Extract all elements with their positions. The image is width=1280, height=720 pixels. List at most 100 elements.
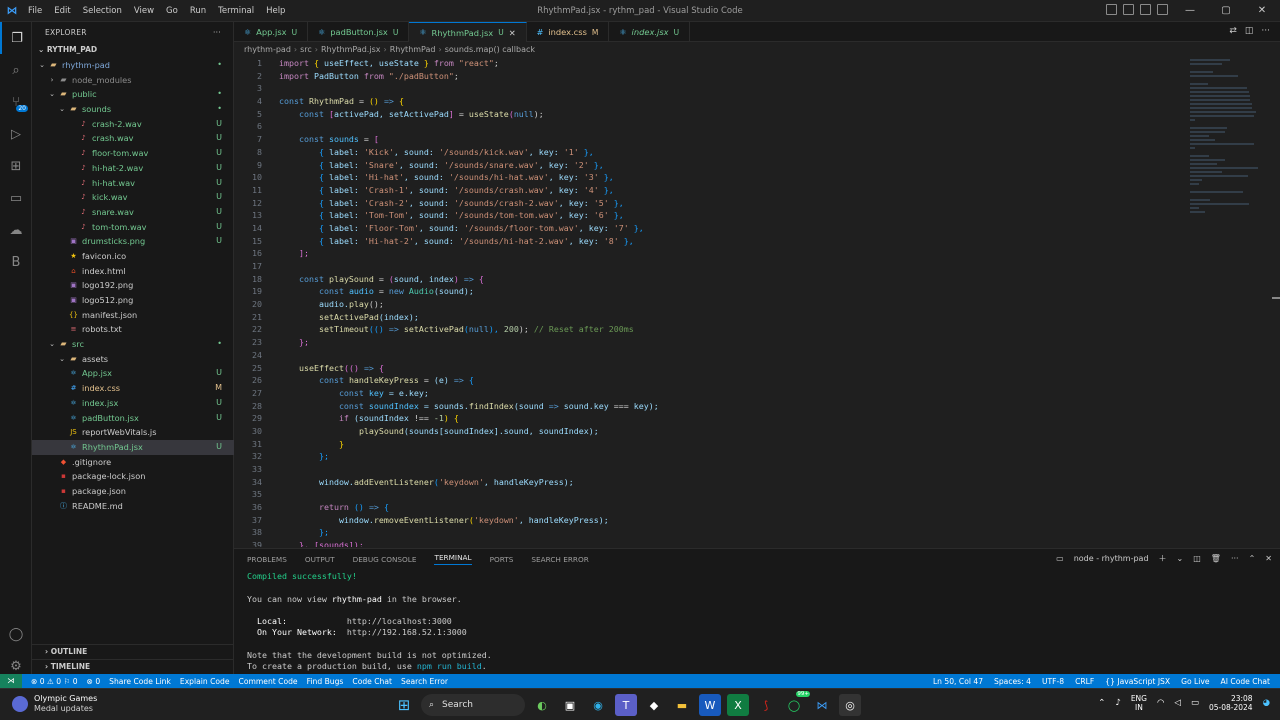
vscode-taskbar-icon[interactable]: ⋈ <box>811 694 833 716</box>
task-view-icon[interactable]: ▣ <box>559 694 581 716</box>
tree-item--gitignore[interactable]: ◆ .gitignore <box>32 455 234 470</box>
breadcrumb-item[interactable]: rhythm-pad <box>244 45 291 54</box>
tree-item-public[interactable]: ⌄ ▰ public • <box>32 87 234 102</box>
panel-tab-terminal[interactable]: TERMINAL <box>434 553 472 565</box>
status-code-chat[interactable]: Code Chat <box>352 677 392 686</box>
split-terminal-icon[interactable]: ◫ <box>1193 554 1201 563</box>
status-explain-code[interactable]: Explain Code <box>180 677 230 686</box>
tree-item-favicon-ico[interactable]: ★ favicon.ico <box>32 249 234 264</box>
status-crlf[interactable]: CRLF <box>1075 677 1094 686</box>
teams-icon[interactable]: T <box>615 694 637 716</box>
news-widget[interactable]: Olympic Games Medal updates <box>12 694 97 714</box>
extensions-icon[interactable]: ⊞ <box>0 150 32 182</box>
status-ai-code-chat[interactable]: AI Code Chat <box>1221 677 1270 686</box>
breadcrumb-item[interactable]: sounds.map() callback <box>445 45 535 54</box>
compare-icon[interactable]: ⇄ <box>1229 26 1237 36</box>
tree-item-index-html[interactable]: ⌂ index.html <box>32 264 234 279</box>
status-utf-8[interactable]: UTF-8 <box>1042 677 1064 686</box>
more-actions-icon[interactable]: ··· <box>1231 554 1239 563</box>
breadcrumb-item[interactable]: RhythmPad.jsx <box>321 45 380 54</box>
status-search-error[interactable]: Search Error <box>401 677 448 686</box>
tree-item-hi-hat-wav[interactable]: ♪ hi-hat.wav U <box>32 176 234 191</box>
panel-tab-search-error[interactable]: SEARCH ERROR <box>531 555 588 564</box>
tab-app-jsx[interactable]: ⚛ App.jsx U <box>234 22 309 42</box>
panel-tab-ports[interactable]: PORTS <box>490 555 514 564</box>
acrobat-icon[interactable]: ⟆ <box>755 694 777 716</box>
docker-icon[interactable]: ☁ <box>0 214 32 246</box>
tab-rhythmpad-jsx[interactable]: ⚛ RhythmPad.jsx U ✕ <box>409 22 527 42</box>
battery-icon[interactable]: ▭ <box>1191 698 1199 708</box>
menu-view[interactable]: View <box>134 6 154 16</box>
menu-edit[interactable]: Edit <box>54 6 70 16</box>
microphone-icon[interactable]: ♪ <box>1115 698 1120 708</box>
tree-item-tom-tom-wav[interactable]: ♪ tom-tom.wav U <box>32 220 234 235</box>
timeline-section[interactable]: › TIMELINE <box>32 659 234 673</box>
menu-terminal[interactable]: Terminal <box>218 6 254 16</box>
panel-tab-problems[interactable]: PROBLEMS <box>247 555 287 564</box>
toggle-panel-icon[interactable] <box>1123 4 1134 15</box>
tab-index-css[interactable]: # index.css M <box>527 22 610 42</box>
more-actions-icon[interactable]: ··· <box>213 28 221 37</box>
tree-item-padbutton-jsx[interactable]: ⚛ padButton.jsx U <box>32 411 234 426</box>
terminal-name[interactable]: node - rhythm-pad <box>1074 554 1149 563</box>
more-actions-icon[interactable]: ··· <box>1261 26 1270 36</box>
word-icon[interactable]: W <box>699 694 721 716</box>
close-window-icon[interactable]: ✕ <box>1244 0 1280 22</box>
edge-icon[interactable]: ◉ <box>587 694 609 716</box>
new-terminal-icon[interactable]: ＋ <box>1159 553 1167 564</box>
breadcrumb-item[interactable]: RhythmPad <box>390 45 436 54</box>
menu-help[interactable]: Help <box>266 6 285 16</box>
tree-item-reportwebvitals-js[interactable]: JS reportWebVitals.js <box>32 425 234 440</box>
wifi-icon[interactable]: ◠ <box>1157 698 1164 708</box>
tree-item-floor-tom-wav[interactable]: ♪ floor-tom.wav U <box>32 146 234 161</box>
source-control-icon[interactable]: ⑂ 20 <box>0 86 32 118</box>
breadcrumb-item[interactable]: src <box>300 45 312 54</box>
toggle-sidebar-icon[interactable] <box>1106 4 1117 15</box>
github-icon[interactable]: ◆ <box>643 694 665 716</box>
tree-item-robots-txt[interactable]: ≡ robots.txt <box>32 322 234 337</box>
toggle-secondary-sidebar-icon[interactable] <box>1140 4 1151 15</box>
tree-item-index-css[interactable]: # index.css M <box>32 381 234 396</box>
maximize-panel-icon[interactable]: ⌃ <box>1249 554 1256 563</box>
status-spaces-4[interactable]: Spaces: 4 <box>994 677 1031 686</box>
chevron-up-icon[interactable]: ⌃ <box>1098 698 1105 708</box>
tree-item-hi-hat-2-wav[interactable]: ♪ hi-hat-2.wav U <box>32 161 234 176</box>
customize-layout-icon[interactable] <box>1157 4 1168 15</box>
chrome-icon[interactable]: ◎ <box>839 694 861 716</box>
excel-icon[interactable]: X <box>727 694 749 716</box>
tree-item-readme-md[interactable]: ⓘ README.md <box>32 499 234 514</box>
close-panel-icon[interactable]: ✕ <box>1265 554 1272 563</box>
tree-item-index-jsx[interactable]: ⚛ index.jsx U <box>32 396 234 411</box>
tree-item-app-jsx[interactable]: ⚛ App.jsx U <box>32 366 234 381</box>
tab-padbutton-jsx[interactable]: ⚛ padButton.jsx U <box>308 22 410 42</box>
volume-icon[interactable]: ◁ <box>1174 698 1181 708</box>
account-icon[interactable]: ◯ <box>0 618 32 650</box>
tree-item-crash-2-wav[interactable]: ♪ crash-2.wav U <box>32 117 234 132</box>
workspace-root[interactable]: ⌄ RYTHM_PAD <box>32 42 233 58</box>
taskbar-search[interactable]: ⌕ Search <box>421 694 525 716</box>
tree-item-kick-wav[interactable]: ♪ kick.wav U <box>32 190 234 205</box>
chevron-down-icon[interactable]: ⌄ <box>1177 554 1184 563</box>
menu-selection[interactable]: Selection <box>83 6 122 16</box>
run-debug-icon[interactable]: ▷ <box>0 118 32 150</box>
trash-icon[interactable]: 🗑 <box>1211 554 1221 563</box>
tree-item-src[interactable]: ⌄ ▰ src • <box>32 337 234 352</box>
status--0-0-0[interactable]: ⊗ 0 ⚠ 0 ⚐ 0 <box>31 677 78 686</box>
tree-item-snare-wav[interactable]: ♪ snare.wav U <box>32 205 234 220</box>
tree-item-assets[interactable]: ⌄ ▰ assets <box>32 352 234 367</box>
code-editor[interactable]: 1 import { useEffect, useState } from "re… <box>234 57 1280 547</box>
remote-explorer-icon[interactable]: ▭ <box>0 182 32 214</box>
status-ln-50-col-47[interactable]: Ln 50, Col 47 <box>933 677 983 686</box>
tree-item-rhythm-pad[interactable]: ⌄ ▰ rhythm-pad • <box>32 58 234 73</box>
menu-file[interactable]: File <box>28 6 42 16</box>
tree-item-crash-wav[interactable]: ♪ crash.wav U <box>32 131 234 146</box>
status--0[interactable]: ⊗ 0 <box>87 677 101 686</box>
menu-run[interactable]: Run <box>190 6 206 16</box>
tab-index-jsx[interactable]: ⚛ index.jsx U <box>609 22 691 42</box>
scrollbar[interactable] <box>1272 297 1280 299</box>
tree-item-manifest-json[interactable]: {} manifest.json <box>32 308 234 323</box>
split-editor-icon[interactable]: ◫ <box>1245 26 1254 36</box>
status-go-live[interactable]: Go Live <box>1181 677 1209 686</box>
panel-tab-output[interactable]: OUTPUT <box>305 555 335 564</box>
minimize-icon[interactable]: — <box>1172 0 1208 22</box>
